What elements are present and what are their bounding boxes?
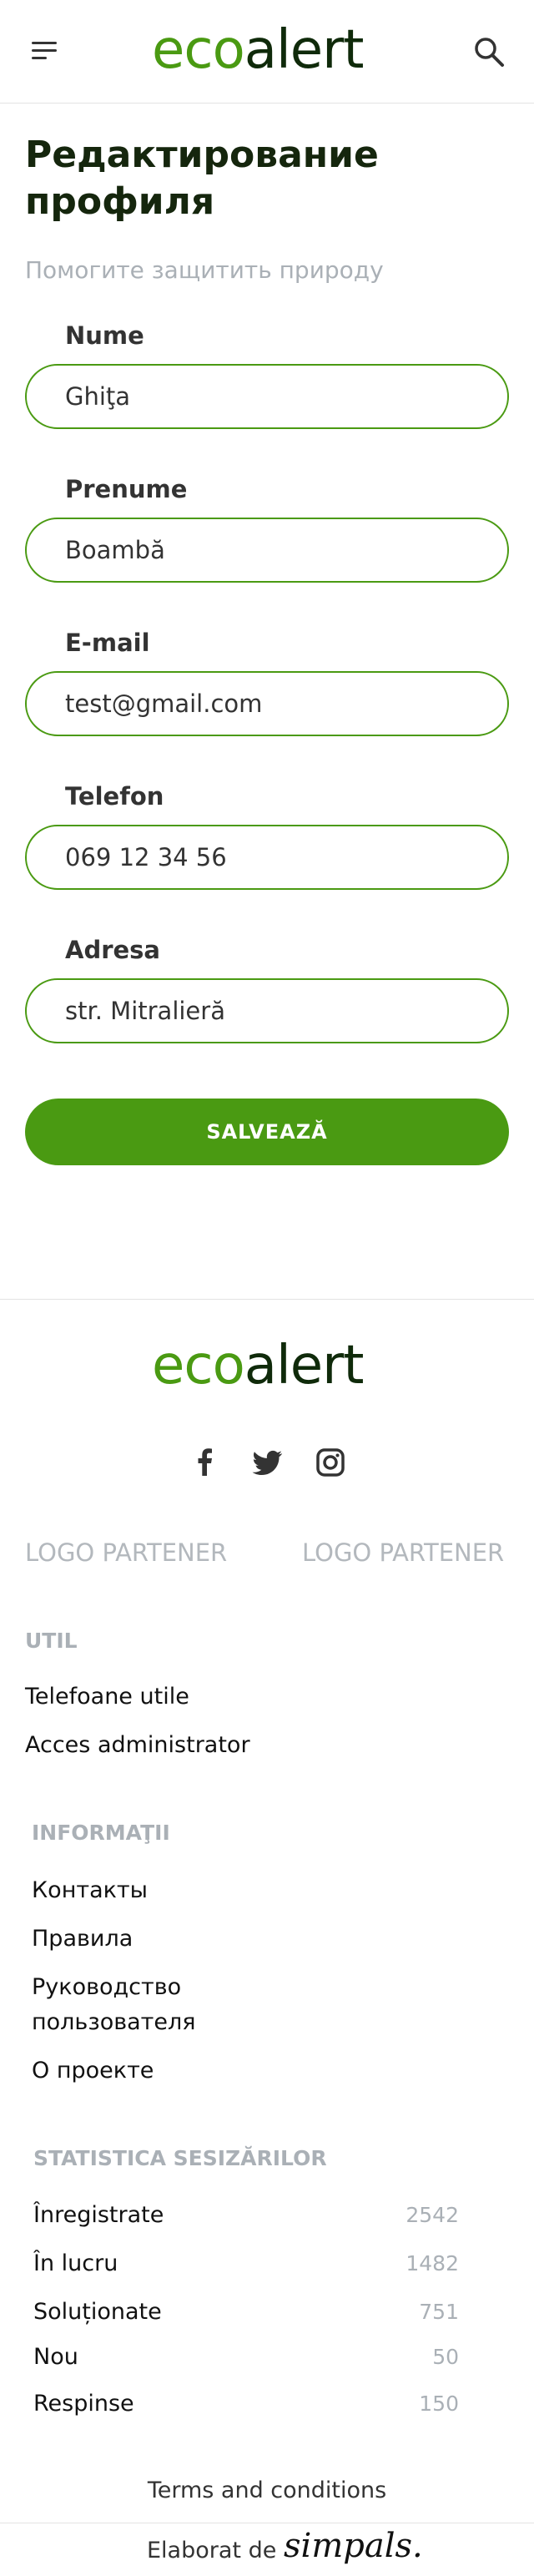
footer-link-admin[interactable]: Acces administrator (25, 1728, 250, 1763)
stat-label: Soluționate (33, 2299, 162, 2325)
facebook-icon[interactable] (189, 1446, 222, 1479)
header: eco alert (0, 0, 534, 104)
logo-eco: eco (152, 19, 245, 81)
footer-link-about[interactable]: О проекте (32, 2053, 154, 2089)
footer-link-telefoane[interactable]: Telefoane utile (25, 1679, 189, 1715)
stat-label: Înregistrate (33, 2202, 164, 2228)
adresa-input[interactable] (25, 978, 509, 1043)
logo-alert: alert (244, 19, 365, 81)
email-input[interactable] (25, 671, 509, 736)
instagram-icon[interactable] (314, 1446, 347, 1479)
terms-link[interactable]: Terms and conditions (0, 2476, 534, 2506)
stat-label: În lucru (33, 2250, 118, 2276)
nume-label: Nume (65, 321, 144, 350)
prenume-input[interactable] (25, 518, 509, 583)
page-subtitle: Помогите защитить природу (25, 256, 384, 284)
telefon-label: Telefon (65, 782, 164, 811)
stat-value: 2542 (406, 2203, 459, 2227)
stat-label: Respinse (33, 2391, 134, 2417)
twitter-icon[interactable] (250, 1446, 284, 1479)
footer-logo-alert: alert (244, 1335, 365, 1397)
telefon-input[interactable] (25, 825, 509, 890)
email-label: E-mail (65, 629, 150, 657)
footer-link-guide[interactable]: Руководство пользователя (32, 1970, 249, 2040)
partner-logo[interactable]: LOGO PARTENER (302, 1538, 504, 1568)
logo[interactable]: eco alert (152, 17, 364, 83)
footer-link-contacts[interactable]: Контакты (32, 1873, 148, 1908)
footer-link-rules[interactable]: Правила (32, 1922, 133, 1957)
info-section-title: INFORMAŢII (32, 1821, 170, 1845)
footer-divider (0, 1299, 534, 1300)
nume-input[interactable] (25, 364, 509, 429)
prenume-label: Prenume (65, 475, 188, 503)
page-title: Редактирование профиля (25, 134, 379, 223)
stats-section-title: STATISTICA SESIZĂRILOR (33, 2146, 327, 2170)
stat-value: 50 (432, 2345, 459, 2369)
partner-logo[interactable]: LOGO PARTENER (25, 1538, 227, 1568)
footer-logo[interactable]: eco alert (152, 1332, 364, 1399)
stat-value: 751 (419, 2300, 459, 2324)
stat-value: 150 (419, 2392, 459, 2416)
footer-logo-eco: eco (152, 1335, 245, 1397)
search-icon[interactable] (472, 35, 506, 68)
stat-value: 1482 (406, 2251, 459, 2275)
save-button[interactable]: SALVEAZĂ (25, 1099, 509, 1165)
adresa-label: Adresa (65, 936, 161, 964)
simpals-logo[interactable]: simpals. (284, 2523, 423, 2569)
util-section-title: UTIL (25, 1629, 78, 1653)
elaborat-label: Elaborat de (147, 2538, 277, 2563)
menu-icon[interactable] (30, 38, 60, 62)
stat-label: Nou (33, 2344, 78, 2370)
